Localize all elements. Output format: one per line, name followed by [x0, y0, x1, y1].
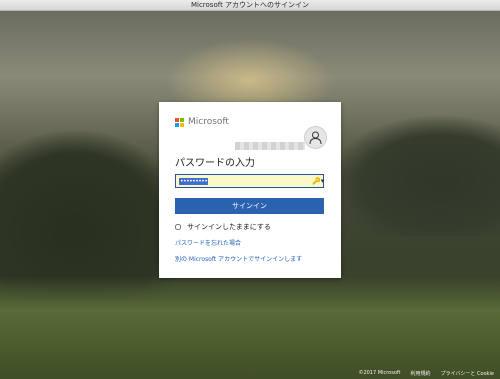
password-value: •••••••••: [179, 178, 209, 185]
window-title: Microsoft アカウントへのサインイン: [0, 0, 500, 11]
browser-window: Microsoft アカウントへのサインイン Microsoft パスワードの入…: [0, 0, 500, 379]
user-avatar: [304, 126, 327, 149]
background-grass: [0, 276, 500, 379]
page-footer: ©2017 Microsoft 利用規約 プライバシーと Cookie: [358, 370, 494, 377]
keep-signed-in-row: サインインしたままにする: [175, 222, 271, 232]
user-icon: [309, 131, 322, 145]
other-account-link[interactable]: 別の Microsoft アカウントでサインインします: [175, 254, 302, 263]
key-icon[interactable]: 🔑▾: [312, 177, 324, 185]
microsoft-logo-text: Microsoft: [188, 117, 229, 127]
footer-privacy-link[interactable]: プライバシーと Cookie: [441, 370, 494, 377]
keep-signed-in-checkbox[interactable]: [175, 224, 181, 230]
footer-copyright: ©2017 Microsoft: [358, 370, 401, 376]
forgot-password-link[interactable]: パスワードを忘れた場合: [175, 238, 241, 247]
microsoft-logo-icon: [175, 117, 184, 127]
microsoft-logo: Microsoft: [175, 117, 229, 127]
keep-signed-in-label[interactable]: サインインしたままにする: [187, 222, 271, 232]
background-hill-right: [330, 116, 500, 236]
signin-button[interactable]: サインイン: [175, 198, 324, 214]
signin-card: Microsoft パスワードの入力 ••••••••• 🔑▾ サインイン サイ…: [159, 102, 341, 278]
footer-terms-link[interactable]: 利用規約: [411, 370, 431, 377]
account-email-blurred: [235, 142, 305, 150]
page-title: パスワードの入力: [175, 158, 255, 169]
